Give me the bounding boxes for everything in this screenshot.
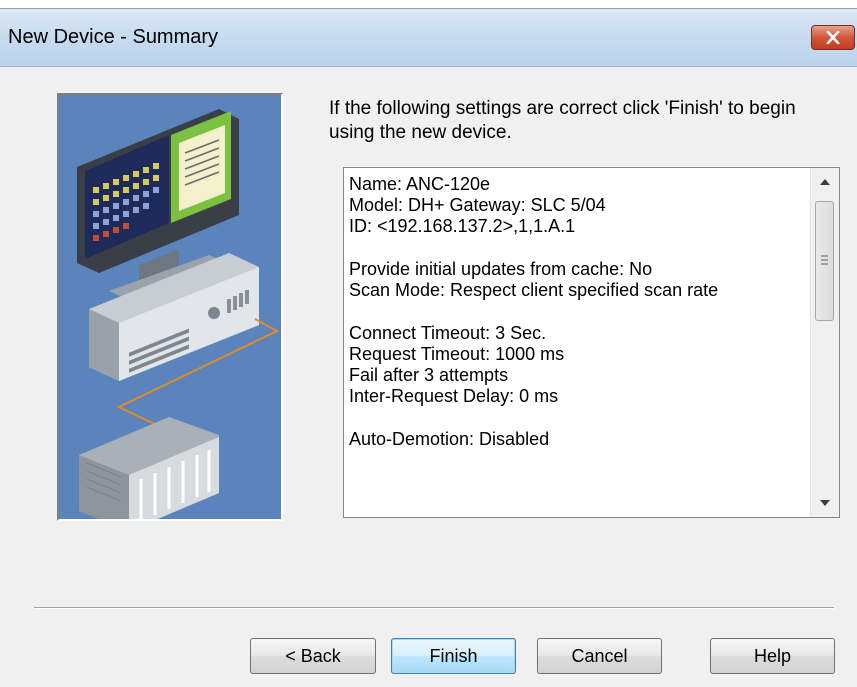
summary-textbox[interactable]: Name: ANC-120e Model: DH+ Gateway: SLC 5… [343, 167, 840, 518]
finish-button[interactable]: Finish [391, 638, 516, 674]
dialog-body: If the following settings are correct cl… [0, 67, 857, 687]
help-button[interactable]: Help [710, 638, 835, 674]
close-button[interactable] [811, 25, 855, 50]
scroll-down-arrow-icon [820, 500, 830, 506]
close-icon [826, 31, 840, 44]
window-title: New Device - Summary [8, 26, 219, 48]
summary-line-inter-request-delay: Inter-Request Delay: 0 ms [349, 386, 559, 406]
summary-line-auto-demotion: Auto-Demotion: Disabled [349, 429, 550, 449]
separator-line [34, 607, 834, 609]
computer-plc-illustration-icon [77, 109, 280, 519]
summary-line-model: Model: DH+ Gateway: SLC 5/04 [349, 195, 606, 215]
device-illustration [57, 93, 283, 521]
summary-line-connect-timeout: Connect Timeout: 3 Sec. [349, 323, 547, 343]
scroll-down-button[interactable] [811, 489, 839, 517]
instruction-text: If the following settings are correct cl… [329, 98, 796, 143]
summary-line-fail-after: Fail after 3 attempts [349, 365, 509, 385]
back-button[interactable]: < Back [250, 638, 376, 674]
summary-line-name: Name: ANC-120e [349, 174, 491, 194]
vertical-scrollbar[interactable] [810, 168, 839, 517]
scroll-thumb[interactable] [815, 201, 834, 321]
summary-line-initial-updates: Provide initial updates from cache: No [349, 259, 653, 279]
summary-line-blank [349, 407, 809, 429]
summary-line-request-timeout: Request Timeout: 1000 ms [349, 344, 565, 364]
summary-line-blank [349, 301, 809, 323]
summary-line-id: ID: <192.168.137.2>,1,1.A.1 [349, 216, 576, 236]
scroll-up-arrow-icon [820, 179, 830, 185]
grip-icon [821, 255, 828, 265]
cancel-button[interactable]: Cancel [537, 638, 662, 674]
title-bar[interactable]: New Device - Summary [0, 9, 857, 67]
summary-line-scan-mode: Scan Mode: Respect client specified scan… [349, 280, 719, 300]
summary-lines: Name: ANC-120e Model: DH+ Gateway: SLC 5… [349, 174, 809, 450]
scroll-up-button[interactable] [811, 168, 839, 196]
summary-line-blank [349, 237, 809, 259]
dialog-window: New Device - Summary If the following se… [0, 8, 857, 687]
